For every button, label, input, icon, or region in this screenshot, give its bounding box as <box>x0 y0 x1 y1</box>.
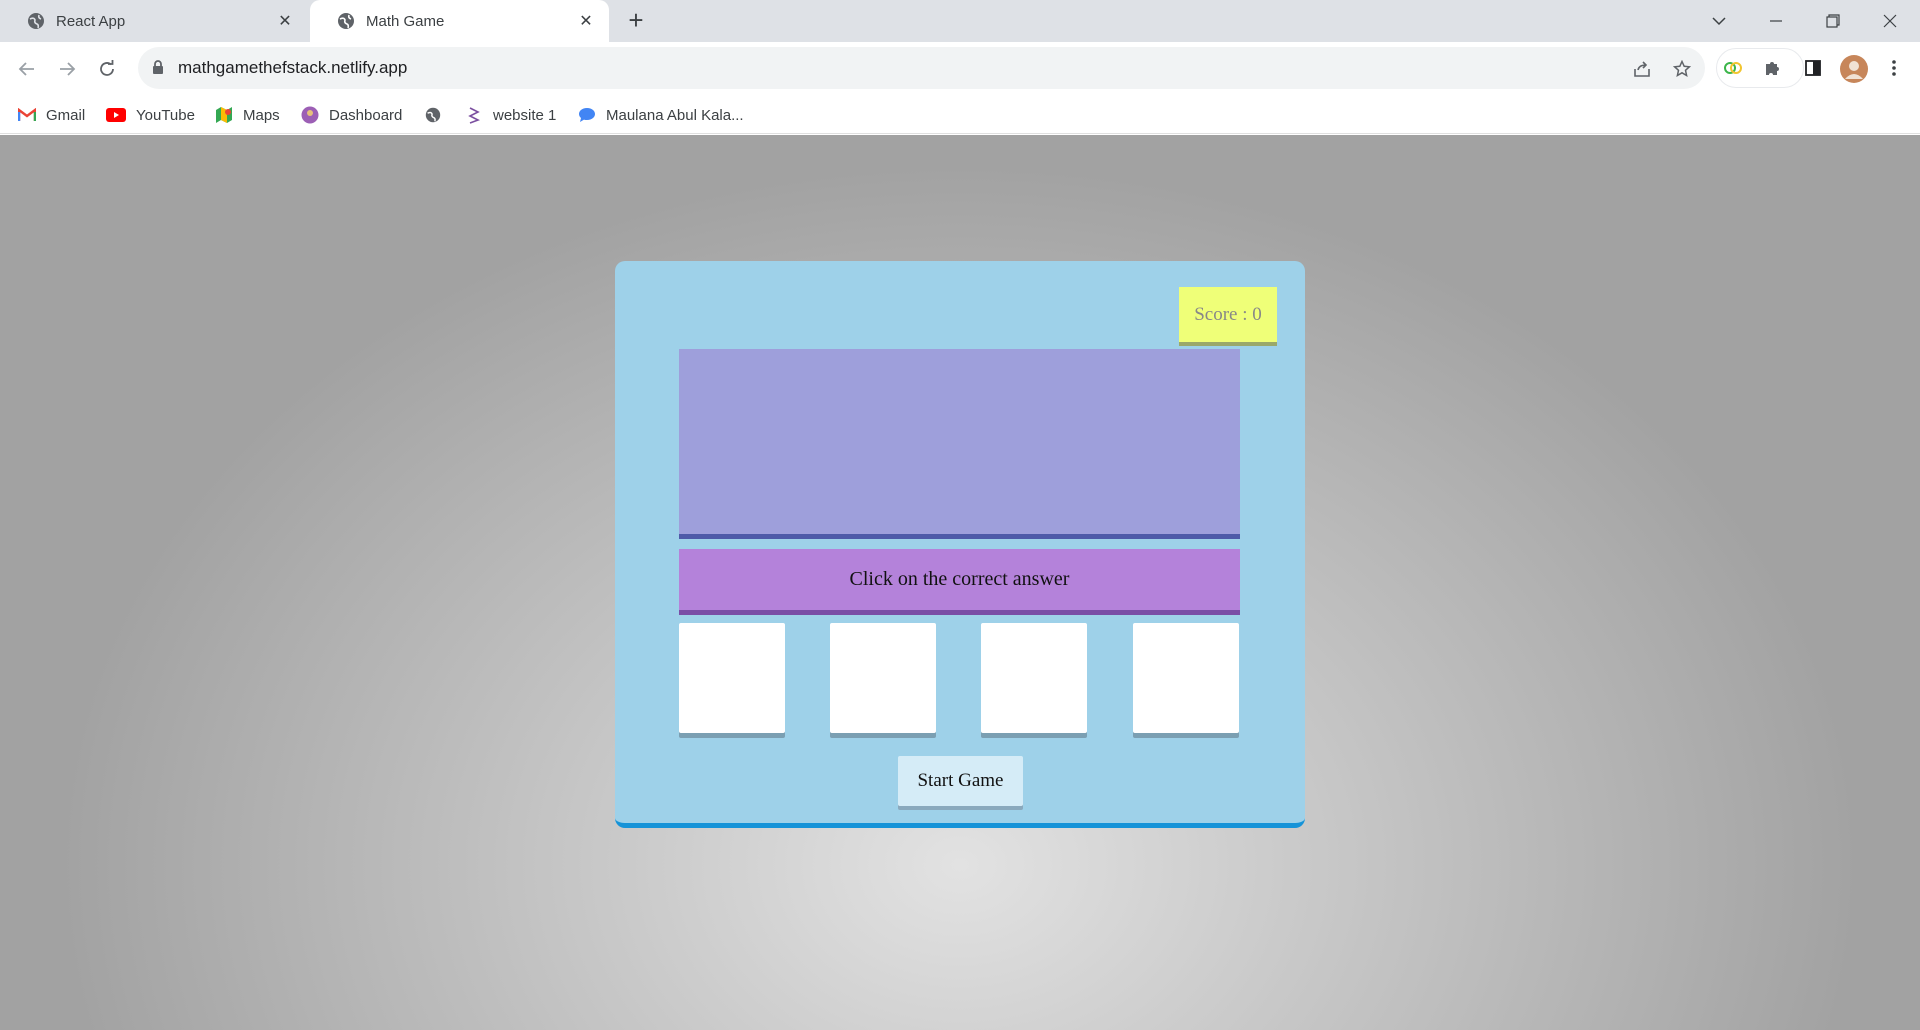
avatar[interactable] <box>1840 55 1868 83</box>
bookmarks-bar: Gmail YouTube Maps Dashboard website 1 M… <box>0 96 1920 134</box>
globe-icon <box>424 106 442 124</box>
close-window-icon[interactable] <box>1870 6 1910 36</box>
share-icon[interactable] <box>1631 58 1653 80</box>
maps-icon <box>215 106 233 124</box>
puzzle-icon[interactable] <box>1761 56 1785 80</box>
score-box: Score : 0 <box>1179 287 1277 342</box>
question-display <box>679 349 1240 539</box>
start-game-button[interactable]: Start Game <box>898 756 1023 806</box>
extension-icon[interactable] <box>1721 56 1745 80</box>
bookmark-website-1[interactable]: website 1 <box>465 104 556 126</box>
reload-icon[interactable] <box>93 55 121 83</box>
globe-icon <box>28 13 44 29</box>
plus-icon[interactable]: + <box>622 7 650 33</box>
menu-icon[interactable] <box>1882 56 1906 80</box>
youtube-icon <box>106 106 126 124</box>
browser-toolbar: mathgamethefstack.netlify.app <box>0 42 1920 96</box>
close-icon[interactable]: ✕ <box>575 10 597 32</box>
answer-choice-4[interactable] <box>1133 623 1239 733</box>
gmail-icon <box>18 106 36 124</box>
tab-title: React App <box>56 12 126 30</box>
instruction-text: Click on the correct answer <box>679 549 1240 615</box>
address-bar[interactable]: mathgamethefstack.netlify.app <box>138 47 1705 89</box>
tab-title: Math Game <box>366 12 445 30</box>
dashboard-icon <box>301 106 319 124</box>
chevron-down-icon[interactable] <box>1699 6 1739 36</box>
side-panel-icon[interactable] <box>1801 56 1825 80</box>
bookmark-gmail[interactable]: Gmail <box>18 104 85 126</box>
restore-icon[interactable] <box>1813 6 1853 36</box>
answer-choice-1[interactable] <box>679 623 785 733</box>
page-viewport: Score : 0 Click on the correct answer St… <box>0 135 1920 1030</box>
back-icon[interactable] <box>13 55 41 83</box>
bookmark-dashboard[interactable]: Dashboard <box>301 104 402 126</box>
website-icon <box>465 106 483 124</box>
bookmark-youtube[interactable]: YouTube <box>106 104 195 126</box>
bookmark-maps[interactable]: Maps <box>215 104 280 126</box>
bookmark-globe[interactable] <box>424 104 452 126</box>
game-container: Score : 0 Click on the correct answer St… <box>615 261 1305 828</box>
tab-math-game[interactable]: Math Game ✕ <box>310 0 609 42</box>
answer-choice-3[interactable] <box>981 623 1087 733</box>
tab-strip: React App ✕ Math Game ✕ + <box>0 0 1920 42</box>
star-icon[interactable] <box>1671 58 1693 80</box>
minimize-icon[interactable] <box>1756 6 1796 36</box>
url-text[interactable]: mathgamethefstack.netlify.app <box>178 58 407 78</box>
tab-react-app[interactable]: React App ✕ <box>0 0 308 42</box>
answer-choice-2[interactable] <box>830 623 936 733</box>
close-icon[interactable]: ✕ <box>274 10 296 32</box>
lock-icon[interactable] <box>152 60 164 75</box>
globe-icon <box>338 13 354 29</box>
forward-icon[interactable] <box>53 55 81 83</box>
chat-icon <box>578 106 596 124</box>
bookmark-maulana[interactable]: Maulana Abul Kala... <box>578 104 744 126</box>
